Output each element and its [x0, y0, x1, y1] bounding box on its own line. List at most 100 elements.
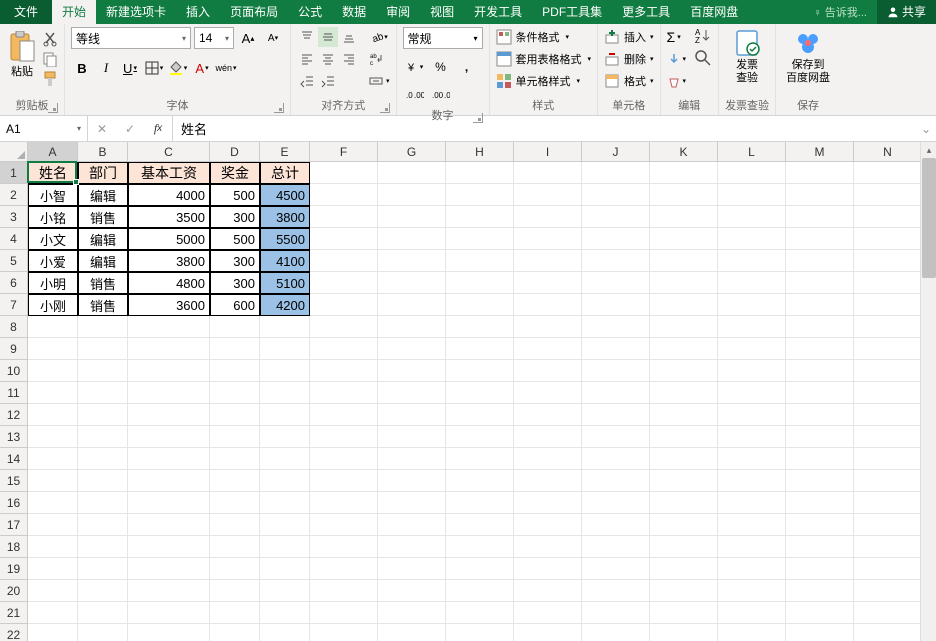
cell[interactable]: [78, 316, 128, 338]
tab-insert[interactable]: 插入: [176, 0, 220, 24]
cell[interactable]: [310, 536, 378, 558]
cell[interactable]: [28, 382, 78, 404]
cell[interactable]: [582, 206, 650, 228]
cell[interactable]: [786, 448, 854, 470]
cell[interactable]: [854, 162, 922, 184]
cell[interactable]: [514, 162, 582, 184]
cell[interactable]: [78, 580, 128, 602]
cell[interactable]: [582, 404, 650, 426]
cell[interactable]: [854, 338, 922, 360]
alignment-dialog-launcher[interactable]: [380, 103, 390, 113]
comma-button[interactable]: ,: [455, 57, 479, 77]
column-header-A[interactable]: A: [28, 142, 78, 162]
cell[interactable]: [718, 316, 786, 338]
cell[interactable]: [28, 316, 78, 338]
cell[interactable]: [650, 514, 718, 536]
cell[interactable]: [650, 382, 718, 404]
cell[interactable]: [854, 404, 922, 426]
row-header-15[interactable]: 15: [0, 470, 28, 492]
cell[interactable]: [582, 514, 650, 536]
cell[interactable]: [446, 624, 514, 641]
cell[interactable]: [310, 558, 378, 580]
cell[interactable]: [28, 426, 78, 448]
insert-function-button[interactable]: fx: [144, 116, 172, 142]
cell[interactable]: [28, 624, 78, 641]
cut-icon[interactable]: [42, 31, 58, 47]
cell[interactable]: [718, 404, 786, 426]
cell[interactable]: [210, 360, 260, 382]
cell[interactable]: [128, 316, 210, 338]
cell[interactable]: [260, 360, 310, 382]
cell[interactable]: [786, 492, 854, 514]
cell[interactable]: [446, 294, 514, 316]
cell[interactable]: [260, 382, 310, 404]
clipboard-dialog-launcher[interactable]: [48, 103, 58, 113]
column-header-K[interactable]: K: [650, 142, 718, 162]
cell[interactable]: [582, 162, 650, 184]
cell[interactable]: [210, 316, 260, 338]
cell[interactable]: [650, 228, 718, 250]
row-header-1[interactable]: 1: [0, 162, 28, 184]
cell[interactable]: [128, 514, 210, 536]
cell[interactable]: [514, 338, 582, 360]
cell[interactable]: [128, 470, 210, 492]
column-header-I[interactable]: I: [514, 142, 582, 162]
cell[interactable]: [260, 580, 310, 602]
baidu-save-button[interactable]: 保存到百度网盘: [782, 27, 834, 87]
row-header-7[interactable]: 7: [0, 294, 28, 316]
find-select-button[interactable]: [694, 49, 712, 67]
font-dialog-launcher[interactable]: [274, 103, 284, 113]
cell[interactable]: [446, 206, 514, 228]
cell[interactable]: [260, 602, 310, 624]
data-cell[interactable]: 小文: [28, 228, 78, 250]
cell[interactable]: [446, 382, 514, 404]
cell[interactable]: [582, 382, 650, 404]
row-header-9[interactable]: 9: [0, 338, 28, 360]
cell[interactable]: [310, 426, 378, 448]
cell[interactable]: [514, 536, 582, 558]
font-color-button[interactable]: A▾: [191, 57, 213, 79]
cell[interactable]: [446, 536, 514, 558]
scroll-up-arrow[interactable]: ▴: [921, 142, 936, 158]
cell[interactable]: [310, 382, 378, 404]
cell[interactable]: [378, 228, 446, 250]
cell[interactable]: [378, 426, 446, 448]
cell[interactable]: [854, 558, 922, 580]
row-header-4[interactable]: 4: [0, 228, 28, 250]
cell[interactable]: [718, 514, 786, 536]
column-header-M[interactable]: M: [786, 142, 854, 162]
align-right-button[interactable]: [339, 49, 359, 69]
cell[interactable]: [514, 184, 582, 206]
data-cell[interactable]: 5500: [260, 228, 310, 250]
cell[interactable]: [718, 448, 786, 470]
cell[interactable]: [78, 602, 128, 624]
cell[interactable]: [260, 316, 310, 338]
cell[interactable]: [786, 338, 854, 360]
cell[interactable]: [650, 162, 718, 184]
cell[interactable]: [854, 250, 922, 272]
data-cell[interactable]: 4200: [260, 294, 310, 316]
cell[interactable]: [78, 360, 128, 382]
row-header-21[interactable]: 21: [0, 602, 28, 624]
cell[interactable]: [786, 360, 854, 382]
tab-more[interactable]: 更多工具: [612, 0, 680, 24]
cell[interactable]: [260, 448, 310, 470]
cell[interactable]: [786, 536, 854, 558]
cell[interactable]: [582, 536, 650, 558]
tab-data[interactable]: 数据: [332, 0, 376, 24]
cell[interactable]: [786, 382, 854, 404]
cell[interactable]: [650, 426, 718, 448]
cell[interactable]: [446, 360, 514, 382]
cell[interactable]: [650, 250, 718, 272]
align-bottom-button[interactable]: [339, 27, 359, 47]
column-header-L[interactable]: L: [718, 142, 786, 162]
data-cell[interactable]: 4800: [128, 272, 210, 294]
cell[interactable]: [854, 294, 922, 316]
cell[interactable]: [854, 382, 922, 404]
cell[interactable]: [514, 580, 582, 602]
cell[interactable]: [28, 514, 78, 536]
column-header-D[interactable]: D: [210, 142, 260, 162]
cell[interactable]: [650, 294, 718, 316]
cell[interactable]: [378, 338, 446, 360]
number-format-select[interactable]: 常规▾: [403, 27, 483, 49]
